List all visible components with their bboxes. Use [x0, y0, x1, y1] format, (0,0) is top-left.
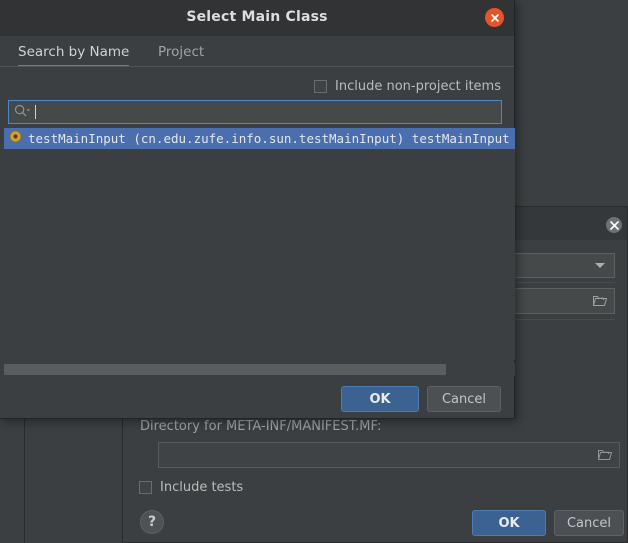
select-main-class-dialog: Select Main Class Search by Name Project…: [0, 0, 515, 419]
close-icon[interactable]: [485, 8, 504, 27]
include-non-project-items-checkbox[interactable]: [314, 80, 328, 93]
search-icon-glyph: [14, 104, 30, 117]
tabs-divider: [0, 66, 514, 67]
list-item-label: testMainInput (cn.edu.zufe.info.sun.test…: [28, 131, 510, 146]
scrollbar-thumb[interactable]: [4, 364, 446, 375]
close-icon[interactable]: [606, 217, 622, 233]
class-icon: [9, 130, 22, 147]
folder-icon[interactable]: [592, 295, 608, 311]
close-icon-glyph: [609, 220, 619, 230]
include-non-project-items-row[interactable]: Include non-project items: [314, 79, 501, 94]
search-results-list[interactable]: testMainInput (cn.edu.zufe.info.sun.test…: [0, 128, 515, 360]
folder-icon[interactable]: [597, 449, 613, 465]
include-tests-checkbox[interactable]: [139, 481, 152, 494]
search-icon[interactable]: [14, 104, 31, 121]
ok-button[interactable]: OK: [341, 386, 419, 412]
horizontal-scrollbar[interactable]: [0, 363, 515, 376]
text-caret: [35, 105, 36, 119]
dialog-title: Select Main Class: [186, 9, 328, 25]
manifest-directory-field[interactable]: [158, 442, 620, 468]
background-cancel-button[interactable]: Cancel: [554, 510, 624, 536]
class-icon-glyph: [9, 130, 22, 143]
cancel-button[interactable]: Cancel: [427, 386, 501, 412]
tab-search-by-name[interactable]: Search by Name: [18, 36, 130, 67]
dialog-tabs: Search by Name Project: [0, 36, 514, 67]
include-tests-checkbox-row[interactable]: Include tests: [139, 480, 243, 495]
help-button[interactable]: ?: [140, 510, 164, 534]
search-input[interactable]: [8, 100, 502, 124]
list-item[interactable]: testMainInput (cn.edu.zufe.info.sun.test…: [4, 128, 515, 149]
folder-icon-glyph: [592, 296, 608, 306]
include-non-project-items-label: Include non-project items: [335, 79, 501, 94]
manifest-directory-label: Directory for META-INF/MANIFEST.MF:: [140, 419, 382, 434]
close-icon-glyph: [490, 13, 499, 22]
folder-icon-glyph: [597, 450, 613, 460]
screen: Directory for META-INF/MANIFEST.MF: Incl…: [0, 0, 628, 543]
chevron-down-icon: [595, 263, 605, 268]
background-ok-button[interactable]: OK: [472, 510, 546, 536]
tab-project[interactable]: Project: [158, 36, 204, 67]
include-tests-label: Include tests: [160, 480, 244, 495]
dialog-titlebar: Select Main Class: [0, 0, 514, 36]
